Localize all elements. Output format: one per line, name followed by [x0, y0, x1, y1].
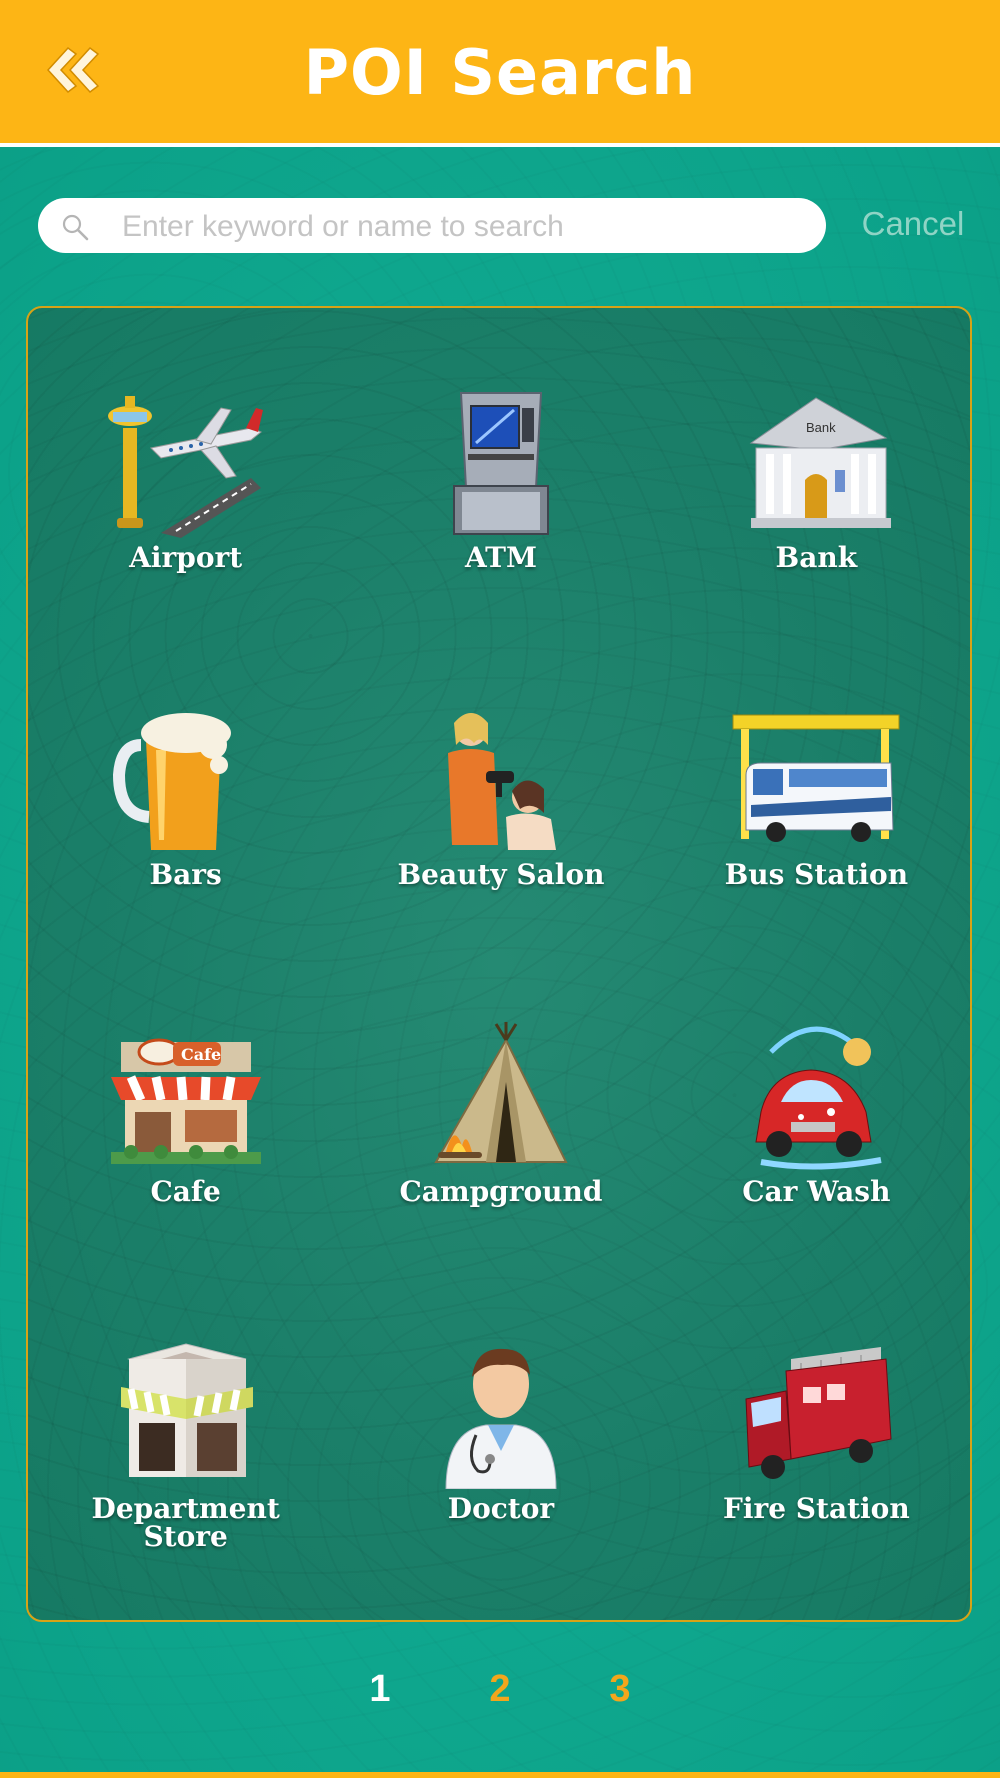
category-label: Beauty Salon: [397, 858, 605, 891]
category-bars[interactable]: Bars: [28, 705, 343, 1022]
beer-mug-icon: [112, 713, 231, 850]
store-icon: [120, 1343, 253, 1477]
cafe-icon: Cafe: [110, 1038, 261, 1164]
category-car-wash[interactable]: Car Wash: [659, 1022, 970, 1339]
airport-icon: [107, 396, 263, 538]
category-label: Bars: [149, 858, 222, 891]
category-label: Department Store: [91, 1492, 280, 1553]
cafe-sign-text: Cafe: [181, 1045, 221, 1064]
tent-icon: [434, 1022, 568, 1163]
category-label: Bank: [775, 541, 858, 574]
category-campground[interactable]: Campground: [343, 1022, 658, 1339]
bus-station-icon: [732, 714, 900, 842]
category-atm[interactable]: ATM: [343, 388, 658, 705]
category-label: Doctor: [447, 1492, 555, 1525]
category-doctor[interactable]: Doctor: [343, 1339, 658, 1620]
category-beauty-salon[interactable]: Beauty Salon: [343, 705, 658, 1022]
page-title: POI Search: [303, 36, 697, 109]
category-airport[interactable]: Airport: [28, 388, 343, 705]
category-label: Bus Station: [724, 858, 909, 891]
pagination: 1 2 3: [0, 1668, 1000, 1728]
car-wash-icon: [755, 1026, 882, 1170]
page-2-button[interactable]: 2: [480, 1668, 520, 1711]
atm-icon: [452, 392, 549, 535]
bank-icon: Bank: [749, 397, 892, 528]
search-input[interactable]: [120, 198, 814, 255]
category-cafe[interactable]: Cafe Cafe: [28, 1022, 343, 1339]
page-1-button[interactable]: 1: [360, 1668, 400, 1711]
category-label: Cafe: [150, 1175, 221, 1208]
category-label: Fire Station: [722, 1492, 910, 1525]
search-bar[interactable]: [38, 198, 826, 255]
doctor-icon: [445, 1348, 557, 1489]
category-fire-station[interactable]: Fire Station: [659, 1339, 970, 1620]
header-bar: POI Search: [0, 0, 1000, 147]
fire-truck-icon: [745, 1347, 892, 1479]
bottom-strip: [0, 1772, 1000, 1778]
category-grid: Airport ATM Bank Bank Bars Beauty Salon …: [28, 308, 970, 1620]
category-label: Airport: [129, 541, 243, 574]
cancel-button[interactable]: Cancel: [848, 205, 978, 247]
bank-sign-text: Bank: [806, 420, 836, 435]
category-panel: Airport ATM Bank Bank Bars Beauty Salon …: [26, 306, 972, 1622]
category-label: ATM: [464, 541, 537, 574]
page-3-button[interactable]: 3: [600, 1668, 640, 1711]
category-department-store[interactable]: Department Store: [28, 1339, 343, 1620]
search-icon: [62, 214, 89, 241]
beauty-salon-icon: [447, 713, 556, 850]
category-label: Campground: [399, 1175, 603, 1208]
category-label: Car Wash: [742, 1175, 891, 1208]
category-bus-station[interactable]: Bus Station: [659, 705, 970, 1022]
category-bank[interactable]: Bank Bank: [659, 388, 970, 705]
